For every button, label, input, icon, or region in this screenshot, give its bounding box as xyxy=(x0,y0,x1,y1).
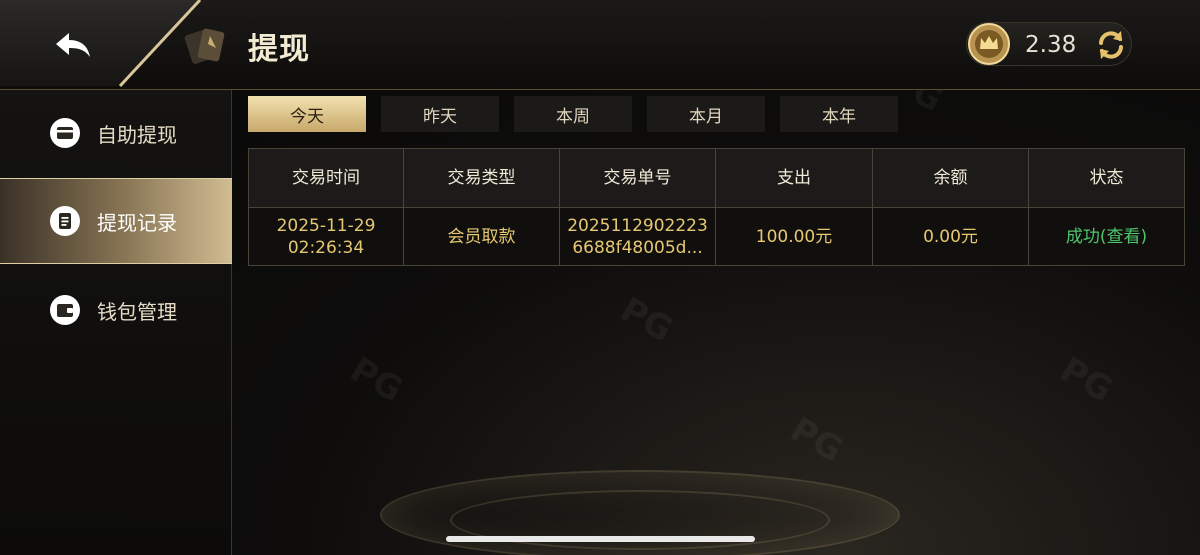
sidebar-item-wallet-manage[interactable]: 钱包管理 xyxy=(0,267,232,353)
column-header: 交易类型 xyxy=(404,149,560,207)
record-icon xyxy=(50,206,80,236)
order-number-cell: 20251129022236688f48005d... xyxy=(560,208,716,265)
cards-emblem-icon xyxy=(184,28,225,64)
transaction-type-cell: 会员取款 xyxy=(404,208,560,265)
records-table: 交易时间 交易类型 交易单号 支出 余额 状态 2025-11-29 02:26… xyxy=(248,148,1185,266)
watermark: PG xyxy=(613,289,680,351)
transaction-date: 2025-11-29 xyxy=(276,215,376,236)
tab-today[interactable]: 今天 xyxy=(248,96,366,132)
tab-this-year[interactable]: 本年 xyxy=(780,96,898,132)
transaction-time: 02:26:34 xyxy=(287,237,365,258)
date-filter-tabs: 今天 昨天 本周 本月 本年 xyxy=(248,96,898,132)
sidebar-item-label: 钱包管理 xyxy=(97,299,177,324)
watermark: PG xyxy=(1053,349,1120,411)
tab-yesterday[interactable]: 昨天 xyxy=(381,96,499,132)
crown-coin-icon xyxy=(968,23,1010,65)
sidebar-item-label: 提现记录 xyxy=(97,210,177,235)
column-header: 交易时间 xyxy=(249,149,404,207)
status-view-link[interactable]: 成功(查看) xyxy=(1029,208,1184,265)
balance-value: 2.38 xyxy=(1025,32,1077,58)
balance-display: 2.38 xyxy=(966,22,1132,66)
back-button[interactable] xyxy=(48,26,98,64)
watermark: PG xyxy=(783,409,850,471)
column-header: 余额 xyxy=(873,149,1029,207)
column-header: 支出 xyxy=(716,149,873,207)
transaction-time-cell: 2025-11-29 02:26:34 xyxy=(249,208,404,265)
home-indicator[interactable] xyxy=(446,536,755,542)
order-number: 20251129022236688f48005d... xyxy=(567,215,708,258)
sidebar-item-label: 自助提现 xyxy=(97,122,177,147)
sidebar: 自助提现 提现记录 钱包管理 xyxy=(0,90,232,555)
balance-cell: 0.00元 xyxy=(873,208,1029,265)
column-header: 交易单号 xyxy=(560,149,716,207)
refresh-icon[interactable] xyxy=(1093,27,1129,63)
page-title: 提现 xyxy=(248,32,310,67)
tab-this-month[interactable]: 本月 xyxy=(647,96,765,132)
card-icon xyxy=(50,118,80,148)
column-header: 状态 xyxy=(1089,168,1124,188)
amount-cell: 100.00元 xyxy=(716,208,873,265)
back-arrow-icon xyxy=(56,33,90,57)
wallet-icon xyxy=(50,295,80,325)
table-header-row: 交易时间 交易类型 交易单号 支出 余额 状态 xyxy=(249,149,1184,207)
watermark: PG xyxy=(343,349,410,411)
table-row: 2025-11-29 02:26:34 会员取款 202511290222366… xyxy=(249,207,1184,265)
top-bar: 提现 2.38 xyxy=(0,0,1200,90)
tab-this-week[interactable]: 本周 xyxy=(514,96,632,132)
sidebar-item-self-withdraw[interactable]: 自助提现 xyxy=(0,90,232,176)
sidebar-item-withdraw-records[interactable]: 提现记录 xyxy=(0,178,232,264)
